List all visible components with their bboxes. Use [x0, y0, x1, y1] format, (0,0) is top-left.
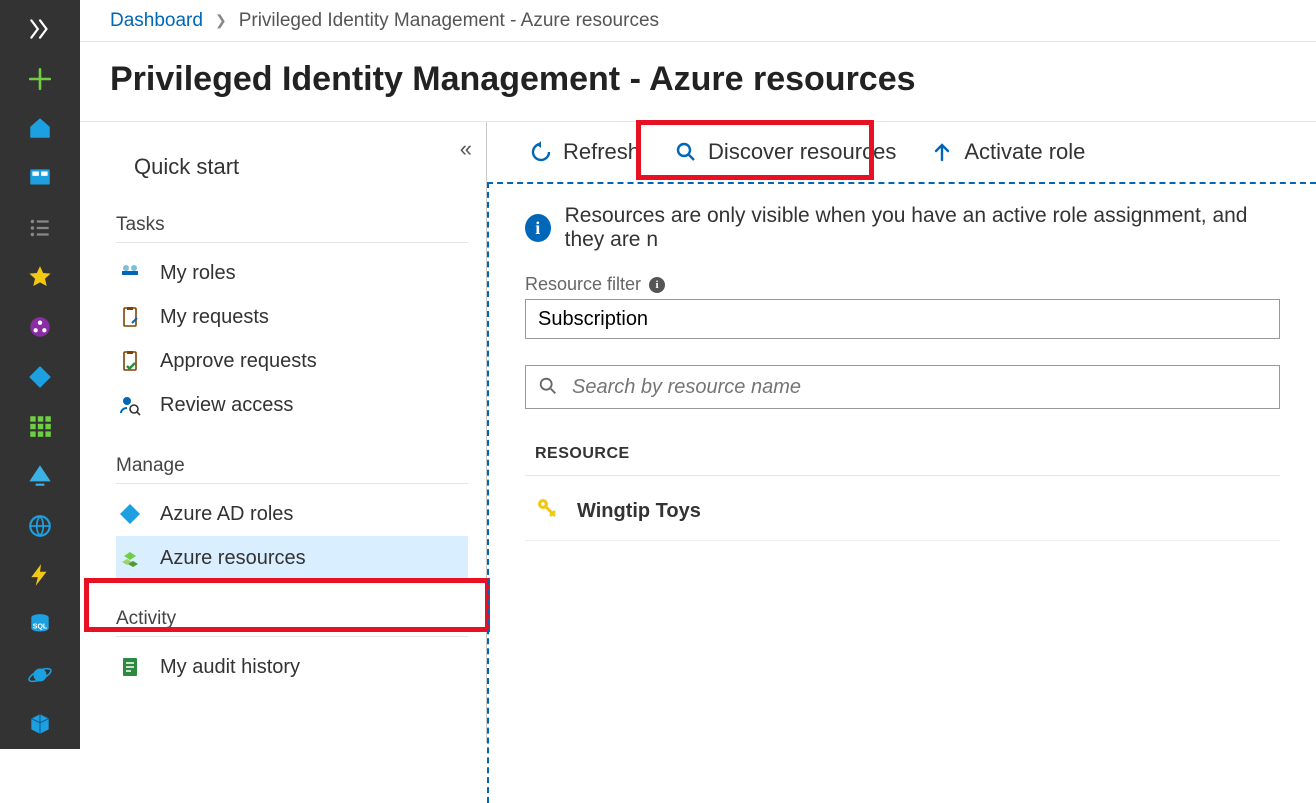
resource-filter-label: Resource filter i: [525, 274, 1280, 295]
plus-icon: [27, 66, 53, 92]
column-header-resource[interactable]: RESOURCE: [525, 439, 1280, 476]
discover-label: Discover resources: [708, 139, 896, 165]
cosmos-db-icon: [27, 662, 53, 688]
info-icon: i: [525, 214, 551, 242]
nav-item-label: My requests: [160, 306, 269, 329]
resource-row[interactable]: Wingtip Toys: [525, 482, 1280, 541]
home-icon: [27, 115, 53, 141]
clipboard-request-icon: [118, 305, 142, 329]
sql-database-icon: SQL: [27, 612, 53, 638]
toolbar: Refresh Discover resources Activate role: [487, 122, 1316, 182]
resource-name: Wingtip Toys: [577, 500, 701, 523]
person-search-icon: [118, 393, 142, 417]
rail-grid[interactable]: [0, 401, 80, 451]
nav-my-audit-history[interactable]: My audit history: [116, 645, 468, 689]
azure-ad-icon: [118, 502, 142, 526]
blade-nav: « Quick start Tasks My roles My requests: [80, 122, 486, 743]
refresh-button[interactable]: Refresh: [517, 133, 652, 171]
rail-functions[interactable]: [0, 550, 80, 600]
nav-quick-start-label: Quick start: [134, 154, 239, 180]
refresh-icon: [529, 140, 553, 164]
chevron-double-right-icon: [27, 16, 53, 42]
rail-network[interactable]: [0, 501, 80, 551]
grid-icon: [27, 413, 53, 439]
resource-group-icon: [27, 314, 53, 340]
section-label-manage: Manage: [116, 455, 468, 484]
nav-item-label: Review access: [160, 394, 293, 417]
nav-approve-requests[interactable]: Approve requests: [116, 339, 468, 383]
audit-history-icon: [118, 655, 142, 679]
nav-my-roles[interactable]: My roles: [116, 251, 468, 295]
search-resource-input[interactable]: [525, 365, 1280, 409]
chevron-right-icon: ❯: [215, 12, 227, 29]
nav-item-label: Azure resources: [160, 547, 306, 570]
star-icon: [27, 264, 53, 290]
nav-review-access[interactable]: Review access: [116, 383, 468, 427]
section-label-tasks: Tasks: [116, 214, 468, 243]
azure-resources-icon: [118, 546, 142, 570]
content-pane: Refresh Discover resources Activate role…: [487, 122, 1316, 743]
container-icon: [27, 711, 53, 737]
nav-quick-start[interactable]: Quick start: [116, 148, 468, 186]
global-nav-rail: SQL: [0, 0, 80, 749]
nav-item-label: My audit history: [160, 656, 300, 679]
main-region: Dashboard ❯ Privileged Identity Manageme…: [80, 0, 1316, 749]
rail-dashboard[interactable]: [0, 153, 80, 203]
arrow-up-icon: [930, 140, 954, 164]
info-banner: i Resources are only visible when you ha…: [525, 204, 1280, 252]
info-mini-icon[interactable]: i: [649, 277, 665, 293]
nav-my-requests[interactable]: My requests: [116, 295, 468, 339]
search-icon: [537, 375, 559, 402]
page-title-row: Privileged Identity Management - Azure r…: [80, 42, 1316, 122]
rail-create[interactable]: [0, 54, 80, 104]
info-banner-text: Resources are only visible when you have…: [565, 204, 1280, 252]
rail-virtual-machines[interactable]: [0, 451, 80, 501]
breadcrumb-dashboard-link[interactable]: Dashboard: [110, 10, 203, 32]
activate-role-button[interactable]: Activate role: [918, 133, 1097, 171]
virtual-machine-icon: [27, 463, 53, 489]
rail-sql[interactable]: SQL: [0, 600, 80, 650]
lightning-icon: [27, 562, 53, 588]
refresh-label: Refresh: [563, 139, 640, 165]
rail-containers[interactable]: [0, 699, 80, 749]
nav-item-label: Azure AD roles: [160, 503, 293, 526]
roles-icon: [118, 261, 142, 285]
app-service-icon: [27, 364, 53, 390]
rail-home[interactable]: [0, 103, 80, 153]
content-selected-area: i Resources are only visible when you ha…: [487, 182, 1316, 803]
clipboard-check-icon: [118, 349, 142, 373]
nav-item-label: My roles: [160, 262, 236, 285]
key-icon: [535, 496, 559, 526]
rail-app-services[interactable]: [0, 352, 80, 402]
section-label-activity: Activity: [116, 608, 468, 637]
nav-azure-ad-roles[interactable]: Azure AD roles: [116, 492, 468, 536]
resource-filter-input[interactable]: [525, 299, 1280, 339]
dashboard-icon: [27, 165, 53, 191]
svg-text:SQL: SQL: [33, 623, 48, 630]
search-icon: [674, 140, 698, 164]
rail-cosmos[interactable]: [0, 650, 80, 700]
collapse-nav-button[interactable]: «: [460, 136, 472, 162]
breadcrumb-tail: Privileged Identity Management - Azure r…: [239, 10, 659, 32]
rail-favorites[interactable]: [0, 252, 80, 302]
nav-item-label: Approve requests: [160, 350, 317, 373]
expand-rail-button[interactable]: [0, 4, 80, 54]
nav-azure-resources[interactable]: Azure resources: [116, 536, 468, 580]
rail-all-services[interactable]: [0, 203, 80, 253]
rail-resource-groups[interactable]: [0, 302, 80, 352]
activate-label: Activate role: [964, 139, 1085, 165]
page-title: Privileged Identity Management - Azure r…: [110, 60, 1286, 99]
list-icon: [27, 215, 53, 241]
breadcrumb: Dashboard ❯ Privileged Identity Manageme…: [80, 0, 1316, 42]
globe-icon: [27, 513, 53, 539]
discover-resources-button[interactable]: Discover resources: [662, 133, 908, 171]
